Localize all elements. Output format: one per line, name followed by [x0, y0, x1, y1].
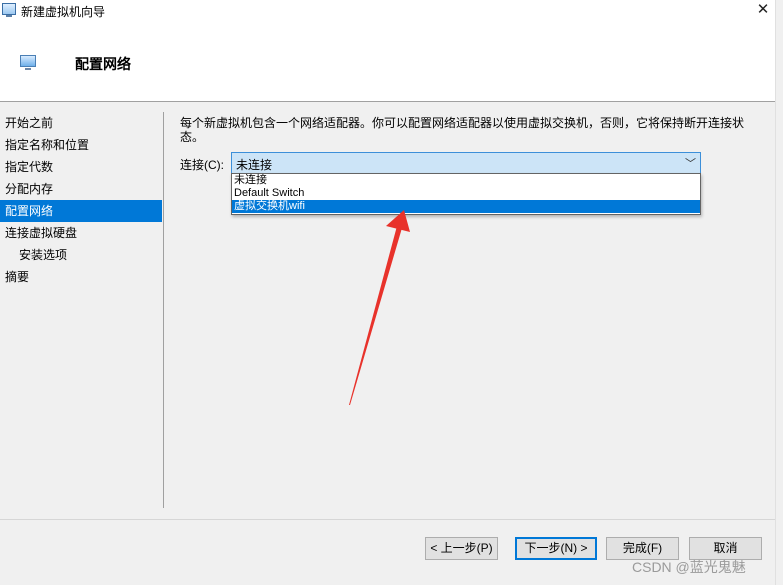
background-window-edge: [775, 0, 783, 585]
watermark: CSDN @蓝光鬼魅: [632, 559, 746, 575]
arrow-shaft: [349, 226, 402, 405]
arrow-head: [386, 210, 410, 232]
next-button[interactable]: 下一步(N) >: [515, 537, 597, 560]
red-arrow-annotation: [349, 210, 410, 405]
prev-button[interactable]: < 上一步(P): [425, 537, 498, 560]
footer-divider: [0, 519, 783, 520]
